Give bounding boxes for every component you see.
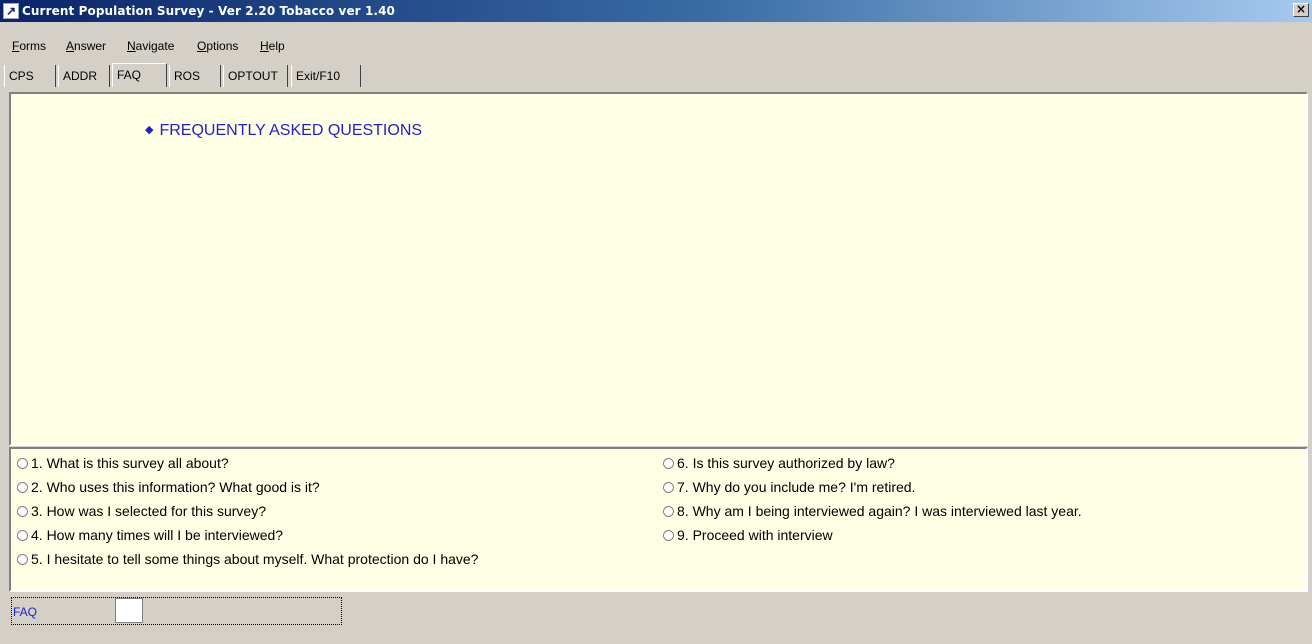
- status-field-box: [11, 597, 342, 625]
- option-3[interactable]: 3. How was I selected for this survey?: [17, 502, 266, 520]
- menu-help[interactable]: Help: [260, 36, 285, 57]
- radio-icon[interactable]: [663, 458, 674, 469]
- radio-icon[interactable]: [17, 554, 28, 565]
- menu-answer[interactable]: Answer: [66, 36, 106, 57]
- radio-icon[interactable]: [17, 530, 28, 541]
- question-panel: [9, 92, 1308, 446]
- tab-ros[interactable]: ROS: [169, 65, 221, 87]
- page-title: ◆ FREQUENTLY ASKED QUESTIONS: [145, 122, 422, 140]
- option-5[interactable]: 5. I hesitate to tell some things about …: [17, 550, 478, 568]
- app-icon: ↗: [3, 3, 19, 19]
- menu-options[interactable]: Options: [197, 36, 238, 57]
- option-6[interactable]: 6. Is this survey authorized by law?: [663, 454, 895, 472]
- tab-addr[interactable]: ADDR: [58, 65, 110, 87]
- option-4[interactable]: 4. How many times will I be interviewed?: [17, 526, 283, 544]
- option-7[interactable]: 7. Why do you include me? I'm retired.: [663, 478, 915, 496]
- option-1[interactable]: 1. What is this survey all about?: [17, 454, 229, 472]
- radio-icon[interactable]: [17, 506, 28, 517]
- tab-faq[interactable]: FAQ: [112, 63, 167, 87]
- option-9[interactable]: 9. Proceed with interview: [663, 526, 833, 544]
- option-8[interactable]: 8. Why am I being interviewed again? I w…: [663, 502, 1082, 520]
- faq-answer-input[interactable]: [115, 598, 143, 623]
- window-title: Current Population Survey - Ver 2.20 Tob…: [22, 4, 395, 18]
- tab-cps[interactable]: CPS: [4, 65, 56, 87]
- tab-exit[interactable]: Exit/F10: [291, 65, 361, 87]
- close-button[interactable]: ×: [1293, 3, 1309, 17]
- radio-icon[interactable]: [663, 530, 674, 541]
- title-bar: ↗ Current Population Survey - Ver 2.20 T…: [0, 0, 1312, 22]
- radio-icon[interactable]: [663, 482, 674, 493]
- status-field-label: FAQ: [13, 605, 38, 619]
- menu-forms[interactable]: Forms: [12, 36, 46, 57]
- bullet-icon: ◆: [145, 124, 154, 136]
- faq-heading-text: FREQUENTLY ASKED QUESTIONS: [159, 122, 423, 139]
- menu-navigate[interactable]: Navigate: [127, 36, 174, 57]
- option-2[interactable]: 2. Who uses this information? What good …: [17, 478, 320, 496]
- radio-icon[interactable]: [17, 458, 28, 469]
- answer-options-panel: 1. What is this survey all about? 2. Who…: [9, 447, 1308, 592]
- radio-icon[interactable]: [663, 506, 674, 517]
- tab-optout[interactable]: OPTOUT: [223, 65, 288, 87]
- radio-icon[interactable]: [17, 482, 28, 493]
